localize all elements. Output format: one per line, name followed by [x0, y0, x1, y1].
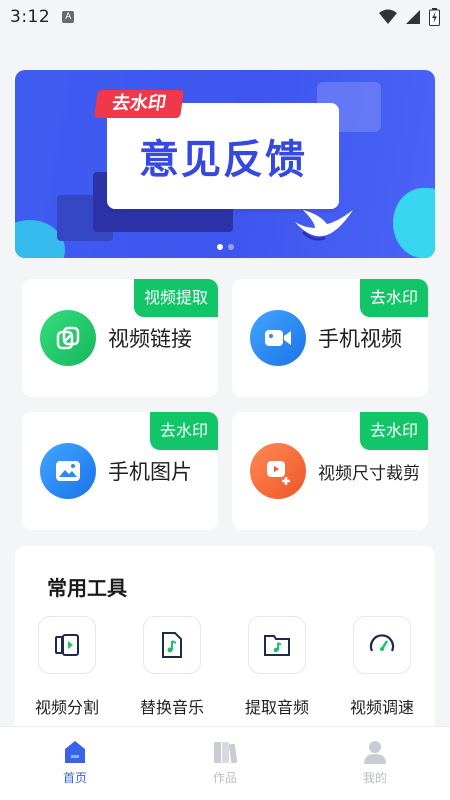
music-file-icon	[143, 616, 201, 674]
tool-label: 视频分割	[34, 698, 99, 717]
tool-label: 视频调速	[349, 698, 414, 717]
nav-item-home[interactable]: 首页	[0, 727, 150, 800]
speedometer-icon	[353, 616, 411, 674]
feature-tag: 去水印	[149, 412, 218, 450]
split-video-icon	[38, 616, 96, 674]
home-icon	[65, 741, 85, 763]
nav-item-works[interactable]: 作品	[150, 727, 300, 800]
feature-tag: 去水印	[359, 412, 428, 450]
status-icons	[379, 8, 440, 26]
common-tools-section: 常用工具 视频分割 替换音乐 提取音频 视频调速	[15, 546, 435, 736]
profile-icon	[364, 741, 386, 764]
feature-tag: 去水印	[359, 279, 428, 317]
paper-bird-icon	[295, 210, 353, 241]
tool-split-video[interactable]: 视频分割	[17, 616, 117, 718]
music-folder-icon	[248, 616, 306, 674]
status-time: 3:12	[10, 7, 51, 27]
banner-title-card: 意见反馈	[107, 103, 339, 209]
feedback-banner[interactable]: 意见反馈 去水印	[15, 70, 435, 258]
image-icon	[40, 443, 96, 499]
wifi-icon	[379, 9, 397, 24]
works-icon	[214, 742, 238, 764]
tool-video-speed[interactable]: 视频调速	[332, 616, 432, 718]
banner-title: 意见反馈	[139, 137, 307, 183]
banner-tag: 去水印	[94, 90, 184, 118]
tool-replace-music[interactable]: 替换音乐	[122, 616, 222, 718]
feature-label: 视频链接	[108, 327, 192, 351]
video-camera-icon	[250, 310, 306, 366]
nav-label: 我的	[362, 771, 387, 785]
nav-label: 作品	[212, 771, 237, 785]
nav-label: 首页	[62, 771, 87, 785]
feature-label: 视频尺寸裁剪	[318, 463, 420, 484]
feature-card-video-link[interactable]: 视频链接 视频提取	[22, 279, 218, 397]
tool-extract-audio[interactable]: 提取音频	[227, 616, 327, 718]
tool-label: 提取音频	[244, 698, 309, 717]
status-bar: 3:12 A	[0, 0, 450, 34]
feature-card-phone-image[interactable]: 手机图片 去水印	[22, 412, 218, 530]
carousel-dot	[227, 244, 234, 250]
section-title: 常用工具	[47, 576, 127, 600]
feature-card-video-crop[interactable]: 视频尺寸裁剪 去水印	[232, 412, 428, 530]
link-icon	[40, 310, 96, 366]
crop-video-icon	[250, 443, 306, 499]
battery-icon	[429, 8, 440, 26]
bottom-nav: 首页 作品 我的	[0, 726, 450, 800]
feature-label: 手机图片	[108, 460, 192, 484]
signal-icon	[406, 10, 420, 24]
feature-label: 手机视频	[318, 327, 402, 351]
notification-a-icon: A	[62, 11, 75, 23]
feature-card-phone-video[interactable]: 手机视频 去水印	[232, 279, 428, 397]
carousel-indicator	[15, 244, 435, 250]
nav-item-profile[interactable]: 我的	[300, 727, 450, 800]
feature-tag: 视频提取	[133, 279, 218, 317]
carousel-dot-active	[216, 244, 223, 250]
tool-label: 替换音乐	[139, 698, 204, 717]
